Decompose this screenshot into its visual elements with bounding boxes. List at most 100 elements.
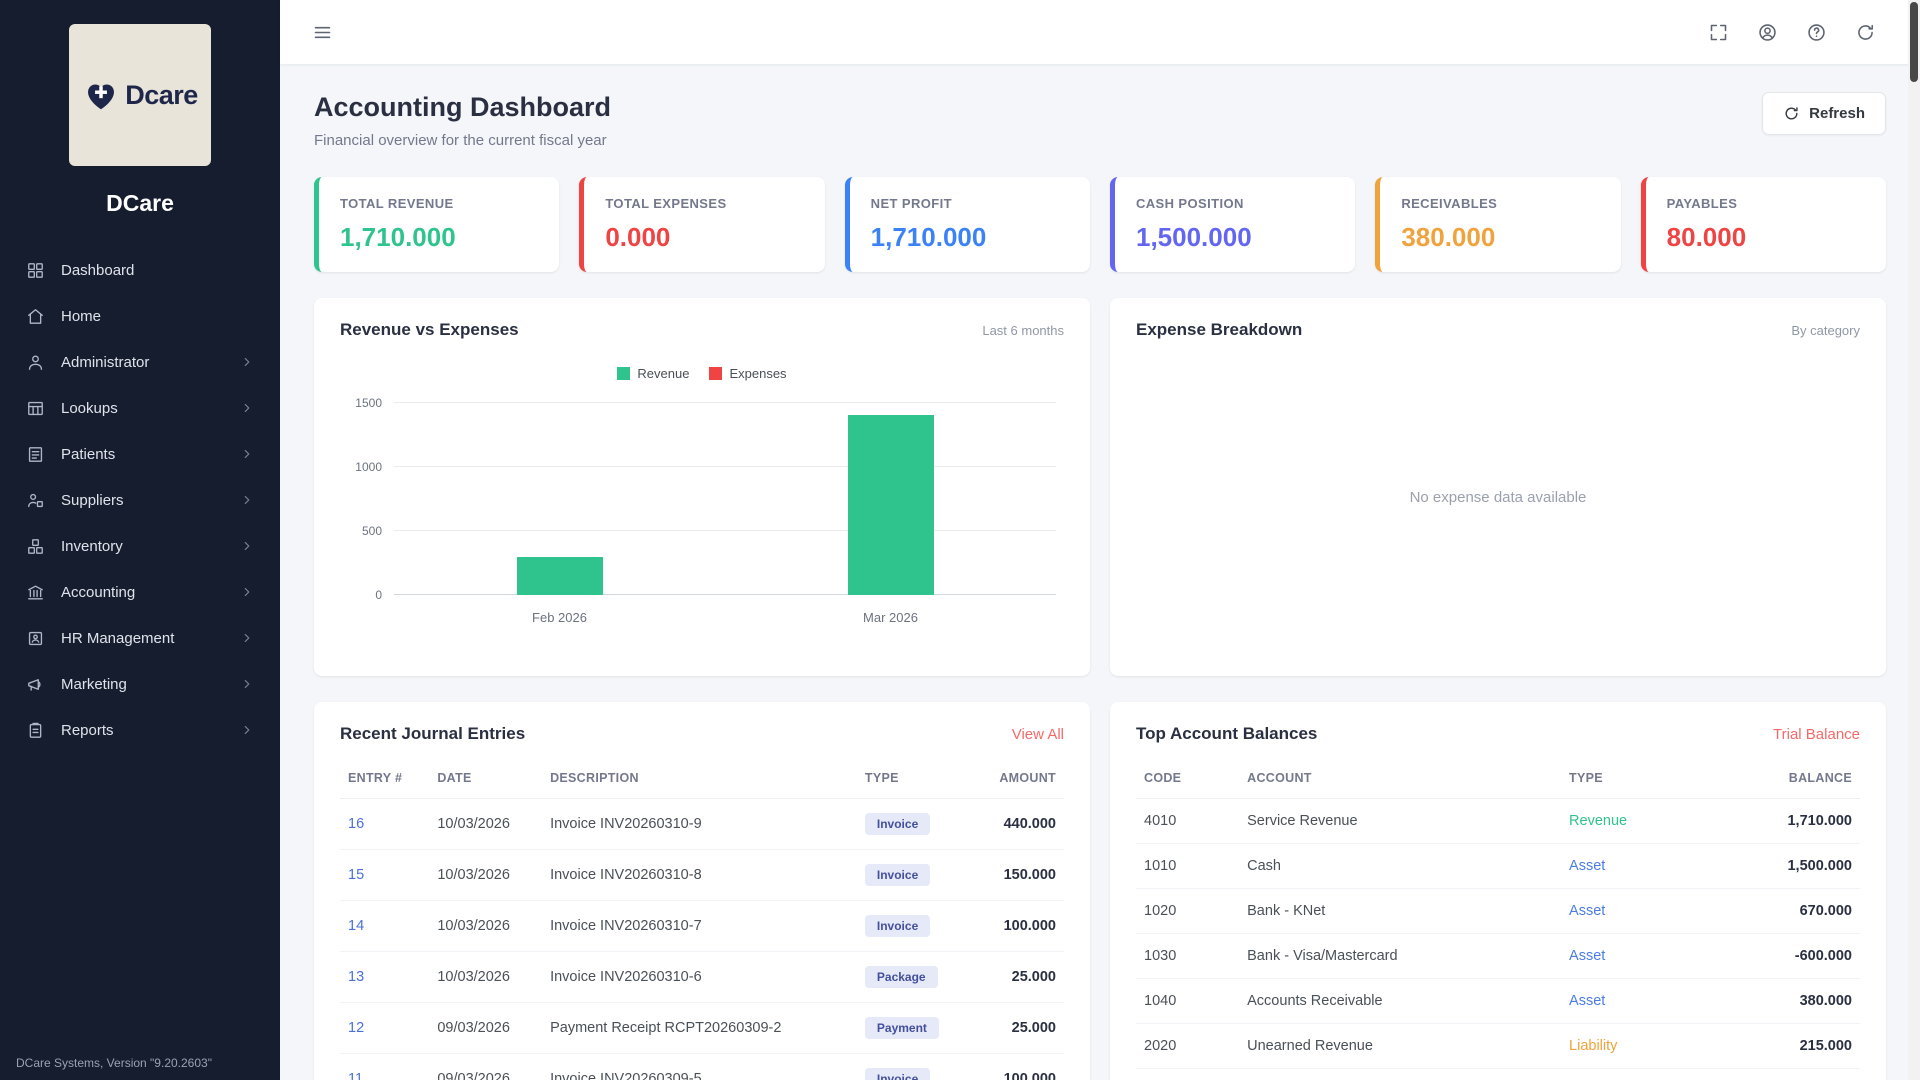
sidebar-item-accounting[interactable]: Accounting (0, 569, 280, 615)
kpi-net-profit: NET PROFIT 1,710.000 (845, 177, 1090, 272)
account-balance: 1,500.000 (1704, 844, 1860, 889)
sidebar-item-marketing[interactable]: Marketing (0, 661, 280, 707)
help-button[interactable] (1806, 22, 1827, 43)
account-balance: 670.000 (1704, 889, 1860, 934)
entry-amount: 440.000 (971, 799, 1064, 850)
entry-link[interactable]: 15 (348, 867, 364, 883)
bar-chart: 050010001500Feb 2026Mar 2026 (394, 403, 1056, 595)
sidebar-item-reports[interactable]: Reports (0, 707, 280, 753)
type-badge: Invoice (865, 915, 930, 937)
chevron-right-icon (240, 585, 254, 599)
sidebar-item-lookups[interactable]: Lookups (0, 385, 280, 431)
trial-balance-link[interactable]: Trial Balance (1773, 726, 1860, 743)
table-row[interactable]: 11 09/03/2026 Invoice INV20260309-5 Invo… (340, 1054, 1064, 1080)
app-name: DCare (0, 190, 280, 217)
table-row[interactable]: 4010 Service Revenue Revenue 1,710.000 (1136, 799, 1860, 844)
kpi-value: 1,710.000 (871, 222, 1069, 253)
legend-item-expenses: Expenses (709, 366, 786, 381)
chart-xtick-label: Feb 2026 (394, 610, 725, 625)
main-area: Accounting Dashboard Financial overview … (280, 0, 1920, 1080)
page-subtitle: Financial overview for the current fisca… (314, 132, 611, 149)
reload-button[interactable] (1855, 22, 1876, 43)
home-icon (26, 306, 46, 326)
hamburger-icon (312, 22, 333, 43)
kpi-value: 80.000 (1667, 222, 1865, 253)
user-icon (26, 352, 46, 372)
scrollbar[interactable] (1908, 0, 1920, 1080)
scrollbar-thumb[interactable] (1910, 2, 1918, 82)
kpi-payables: PAYABLES 80.000 (1641, 177, 1886, 272)
table-row[interactable]: 1020 Bank - KNet Asset 670.000 (1136, 889, 1860, 934)
kpi-label: CASH POSITION (1136, 196, 1334, 211)
sidebar-item-home[interactable]: Home (0, 293, 280, 339)
table-row[interactable]: 15 10/03/2026 Invoice INV20260310-8 Invo… (340, 850, 1064, 901)
sidebar-item-suppliers[interactable]: Suppliers (0, 477, 280, 523)
column-header: TYPE (1561, 758, 1704, 799)
fullscreen-button[interactable] (1708, 22, 1729, 43)
account-button[interactable] (1757, 22, 1778, 43)
sidebar-item-label: Dashboard (61, 262, 134, 279)
entry-link[interactable]: 13 (348, 969, 364, 985)
charts-row: Revenue vs Expenses Last 6 months Revenu… (314, 298, 1886, 676)
topbar (280, 0, 1920, 64)
kpi-label: PAYABLES (1667, 196, 1865, 211)
chart-bar-revenue (848, 415, 934, 595)
chevron-right-icon (240, 539, 254, 553)
heart-cross-icon (82, 76, 120, 114)
table-row[interactable]: 12 09/03/2026 Payment Receipt RCPT202603… (340, 1003, 1064, 1054)
chart-ytick-label: 1000 (355, 460, 382, 474)
kpi-value: 380.000 (1401, 222, 1599, 253)
chart-bar-group: Feb 2026 (394, 403, 725, 595)
sidebar-item-label: HR Management (61, 630, 174, 647)
account-name: Unearned Revenue (1239, 1024, 1561, 1069)
table-row[interactable]: 1010 Cash Asset 1,500.000 (1136, 844, 1860, 889)
sidebar-item-administrator[interactable]: Administrator (0, 339, 280, 385)
table-row[interactable]: 2020 Unearned Revenue Liability 215.000 (1136, 1024, 1860, 1069)
table-row[interactable]: 1030 Bank - Visa/Mastercard Asset -600.0… (1136, 934, 1860, 979)
sidebar-item-label: Administrator (61, 354, 149, 371)
kpi-label: NET PROFIT (871, 196, 1069, 211)
sidebar-item-dashboard[interactable]: Dashboard (0, 247, 280, 293)
sidebar-item-label: Accounting (61, 584, 135, 601)
sidebar-item-inventory[interactable]: Inventory (0, 523, 280, 569)
account-code: 1030 (1136, 934, 1239, 979)
column-header: ACCOUNT (1239, 758, 1561, 799)
type-badge: Package (865, 966, 938, 988)
table-row[interactable]: 1040 Accounts Receivable Asset 380.000 (1136, 979, 1860, 1024)
sidebar-item-patients[interactable]: Patients (0, 431, 280, 477)
inventory-icon (26, 536, 46, 556)
account-name: Service Revenue (1239, 799, 1561, 844)
entry-link[interactable]: 16 (348, 816, 364, 832)
entry-link[interactable]: 12 (348, 1020, 364, 1036)
menu-toggle-button[interactable] (312, 22, 333, 43)
table-row[interactable]: 1050 Inventory Asset 80.000 (1136, 1069, 1860, 1080)
expand-icon (1708, 22, 1729, 43)
account-name: Cash (1239, 844, 1561, 889)
refresh-button[interactable]: Refresh (1762, 92, 1886, 135)
type-badge: Invoice (865, 813, 930, 835)
column-header: ENTRY # (340, 758, 429, 799)
account-code: 1050 (1136, 1069, 1239, 1080)
view-all-link[interactable]: View All (1012, 726, 1064, 743)
entry-date: 10/03/2026 (429, 952, 542, 1003)
refresh-button-label: Refresh (1809, 105, 1865, 122)
table-row[interactable]: 14 10/03/2026 Invoice INV20260310-7 Invo… (340, 901, 1064, 952)
page-header: Accounting Dashboard Financial overview … (314, 92, 1886, 149)
table-row[interactable]: 13 10/03/2026 Invoice INV20260310-6 Pack… (340, 952, 1064, 1003)
account-type: Asset (1569, 903, 1605, 919)
entry-link[interactable]: 11 (348, 1071, 363, 1080)
journal-entries-table: ENTRY # DATE DESCRIPTION TYPE AMOUNT 16 … (340, 758, 1064, 1080)
entry-amount: 25.000 (971, 1003, 1064, 1054)
table-row[interactable]: 16 10/03/2026 Invoice INV20260310-9 Invo… (340, 799, 1064, 850)
sidebar-item-hr-management[interactable]: HR Management (0, 615, 280, 661)
sidebar-item-label: Patients (61, 446, 115, 463)
dashboard-icon (26, 260, 46, 280)
chevron-right-icon (240, 355, 254, 369)
entry-link[interactable]: 14 (348, 918, 364, 934)
account-type: Asset (1569, 948, 1605, 964)
account-name: Bank - Visa/Mastercard (1239, 934, 1561, 979)
legend-label: Expenses (729, 366, 786, 381)
chevron-right-icon (240, 401, 254, 415)
entry-amount: 100.000 (971, 1054, 1064, 1080)
kpi-value: 1,500.000 (1136, 222, 1334, 253)
